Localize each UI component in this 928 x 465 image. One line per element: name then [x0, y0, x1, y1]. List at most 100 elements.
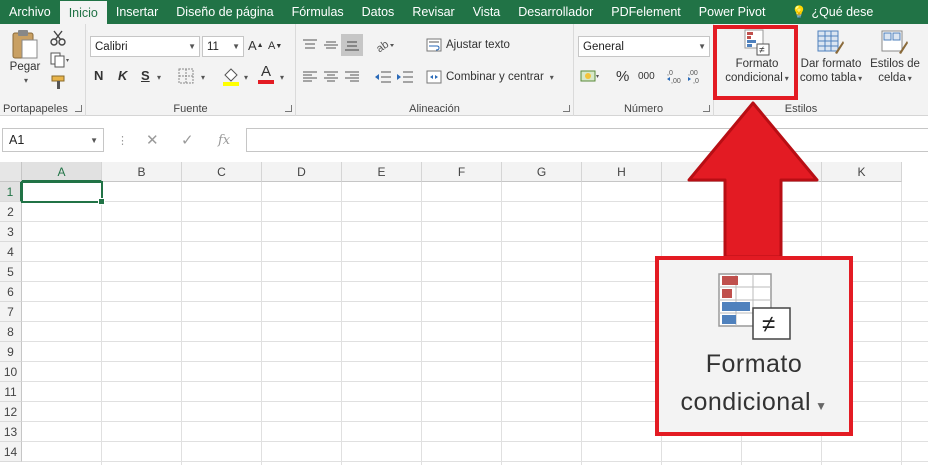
- row-header-2[interactable]: 2: [0, 202, 22, 222]
- select-all-corner[interactable]: [0, 162, 22, 182]
- tab-pdfelement[interactable]: PDFelement: [602, 0, 689, 24]
- copy-icon[interactable]: [50, 52, 70, 68]
- format-as-table-button[interactable]: Dar formato como tabla ▾: [796, 29, 866, 93]
- tab-inicio[interactable]: Inicio: [59, 1, 107, 24]
- column-header-k[interactable]: K: [822, 162, 902, 182]
- align-right-icon[interactable]: [344, 70, 360, 84]
- tell-me-box[interactable]: 💡 ¿Qué dese: [782, 0, 882, 24]
- italic-button[interactable]: K: [118, 68, 127, 83]
- increase-indent-icon[interactable]: [396, 70, 414, 84]
- merge-center-button[interactable]: Combinar y centrar ▾: [426, 70, 554, 84]
- row-header-11[interactable]: 11: [0, 382, 22, 402]
- borders-dropdown-icon[interactable]: ▾: [201, 73, 205, 82]
- row-header-5[interactable]: 5: [0, 262, 22, 282]
- tab-archivo[interactable]: Archivo: [0, 0, 60, 24]
- name-box-value: A1: [9, 133, 25, 147]
- percent-button[interactable]: %: [616, 68, 629, 85]
- number-format-select[interactable]: General ▼: [578, 36, 710, 57]
- fill-color-icon[interactable]: [222, 66, 240, 86]
- clipboard-launcher-icon[interactable]: [75, 105, 82, 112]
- paste-button[interactable]: Pegar ▾: [4, 28, 46, 92]
- align-bottom-button[interactable]: [341, 34, 363, 56]
- thousands-button[interactable]: 000: [638, 71, 655, 82]
- column-header-b[interactable]: B: [102, 162, 182, 182]
- underline-button[interactable]: S: [141, 68, 150, 83]
- row-header-1[interactable]: 1: [0, 182, 22, 202]
- row-header-14[interactable]: 14: [0, 442, 22, 462]
- row-header-8[interactable]: 8: [0, 322, 22, 342]
- column-header-h[interactable]: H: [582, 162, 662, 182]
- formula-input[interactable]: [246, 128, 928, 152]
- enter-check-icon[interactable]: ✓: [181, 131, 194, 149]
- column-header-f[interactable]: F: [422, 162, 502, 182]
- column-header-d[interactable]: D: [262, 162, 342, 182]
- tab-diseno-de-pagina[interactable]: Diseño de página: [167, 0, 282, 24]
- insert-function-icon[interactable]: fx: [218, 133, 230, 148]
- row-header-10[interactable]: 10: [0, 362, 22, 382]
- cell-styles-button[interactable]: Estilos de celda ▾: [866, 29, 924, 93]
- cell-styles-line2-row: celda ▾: [878, 71, 912, 86]
- bold-button[interactable]: N: [94, 68, 103, 83]
- decrease-indent-icon[interactable]: [374, 70, 392, 84]
- column-header-a[interactable]: A: [22, 162, 102, 182]
- conditional-format-large-icon: ≠: [718, 273, 791, 340]
- font-name-select[interactable]: Calibri ▼: [90, 36, 200, 57]
- chevron-down-icon: ▾: [907, 74, 912, 83]
- decrease-font-icon[interactable]: A ▼: [268, 40, 282, 52]
- cell-styles-line2: celda: [878, 72, 906, 84]
- svg-text:,00: ,00: [688, 70, 698, 77]
- paste-dropdown-icon[interactable]: ▾: [24, 74, 28, 88]
- svg-text:ab: ab: [374, 38, 391, 54]
- row-header-3[interactable]: 3: [0, 222, 22, 242]
- tab-power-pivot[interactable]: Power Pivot: [690, 0, 775, 24]
- column-header-g[interactable]: G: [502, 162, 582, 182]
- alignment-launcher-icon[interactable]: [563, 105, 570, 112]
- font-launcher-icon[interactable]: [285, 105, 292, 112]
- underline-dropdown-icon[interactable]: ▾: [157, 73, 161, 82]
- row-header-6[interactable]: 6: [0, 282, 22, 302]
- align-middle-icon[interactable]: [323, 38, 339, 52]
- fill-color-dropdown-icon[interactable]: ▾: [244, 73, 248, 82]
- wrap-text-button[interactable]: Ajustar texto: [426, 38, 510, 52]
- tab-revisar[interactable]: Revisar: [403, 0, 463, 24]
- name-box[interactable]: A1 ▼: [2, 128, 104, 152]
- row-header-13[interactable]: 13: [0, 422, 22, 442]
- cancel-icon[interactable]: ✕: [146, 131, 159, 149]
- chevron-down-icon: ▼: [188, 42, 196, 51]
- increase-font-icon[interactable]: A ▲: [248, 38, 264, 53]
- borders-icon[interactable]: [178, 68, 196, 84]
- font-color-dropdown-icon[interactable]: ▾: [280, 73, 284, 82]
- align-center-icon[interactable]: [323, 70, 339, 84]
- row-header-12[interactable]: 12: [0, 402, 22, 422]
- column-header-e[interactable]: E: [342, 162, 422, 182]
- tab-vista[interactable]: Vista: [464, 0, 510, 24]
- active-cell-a1[interactable]: [21, 181, 105, 205]
- row-header-9[interactable]: 9: [0, 342, 22, 362]
- format-as-table-line2-row: como tabla ▾: [800, 71, 862, 86]
- tab-desarrollador[interactable]: Desarrollador: [509, 0, 602, 24]
- accounting-format-icon[interactable]: [580, 68, 600, 84]
- format-painter-icon[interactable]: [50, 74, 68, 90]
- conditional-format-highlight-box: [713, 25, 798, 100]
- decrease-decimal-icon[interactable]: ,00,0: [687, 68, 705, 84]
- red-arrow-icon: [687, 101, 819, 259]
- paste-label: Pegar: [9, 61, 41, 73]
- font-size-select[interactable]: 11 ▼: [202, 36, 244, 57]
- group-clipboard: Pegar ▾ Portapapeles: [0, 24, 86, 116]
- merge-dropdown-icon[interactable]: ▾: [550, 73, 554, 82]
- zoom-label-line1: Formato: [705, 350, 803, 378]
- tab-formulas[interactable]: Fórmulas: [283, 0, 353, 24]
- orientation-icon[interactable]: ab: [374, 36, 396, 54]
- align-left-icon[interactable]: [302, 70, 318, 84]
- row-header-4[interactable]: 4: [0, 242, 22, 262]
- increase-decimal-icon[interactable]: ,0,00: [666, 68, 684, 84]
- tab-datos[interactable]: Datos: [353, 0, 404, 24]
- row-header-7[interactable]: 7: [0, 302, 22, 322]
- zoom-label-line2: condicional: [680, 388, 812, 416]
- font-color-icon[interactable]: A: [258, 64, 274, 84]
- align-top-icon[interactable]: [302, 38, 318, 52]
- tab-insertar[interactable]: Insertar: [107, 0, 167, 24]
- merge-center-icon: [426, 70, 442, 84]
- column-header-c[interactable]: C: [182, 162, 262, 182]
- cut-icon[interactable]: [50, 30, 66, 46]
